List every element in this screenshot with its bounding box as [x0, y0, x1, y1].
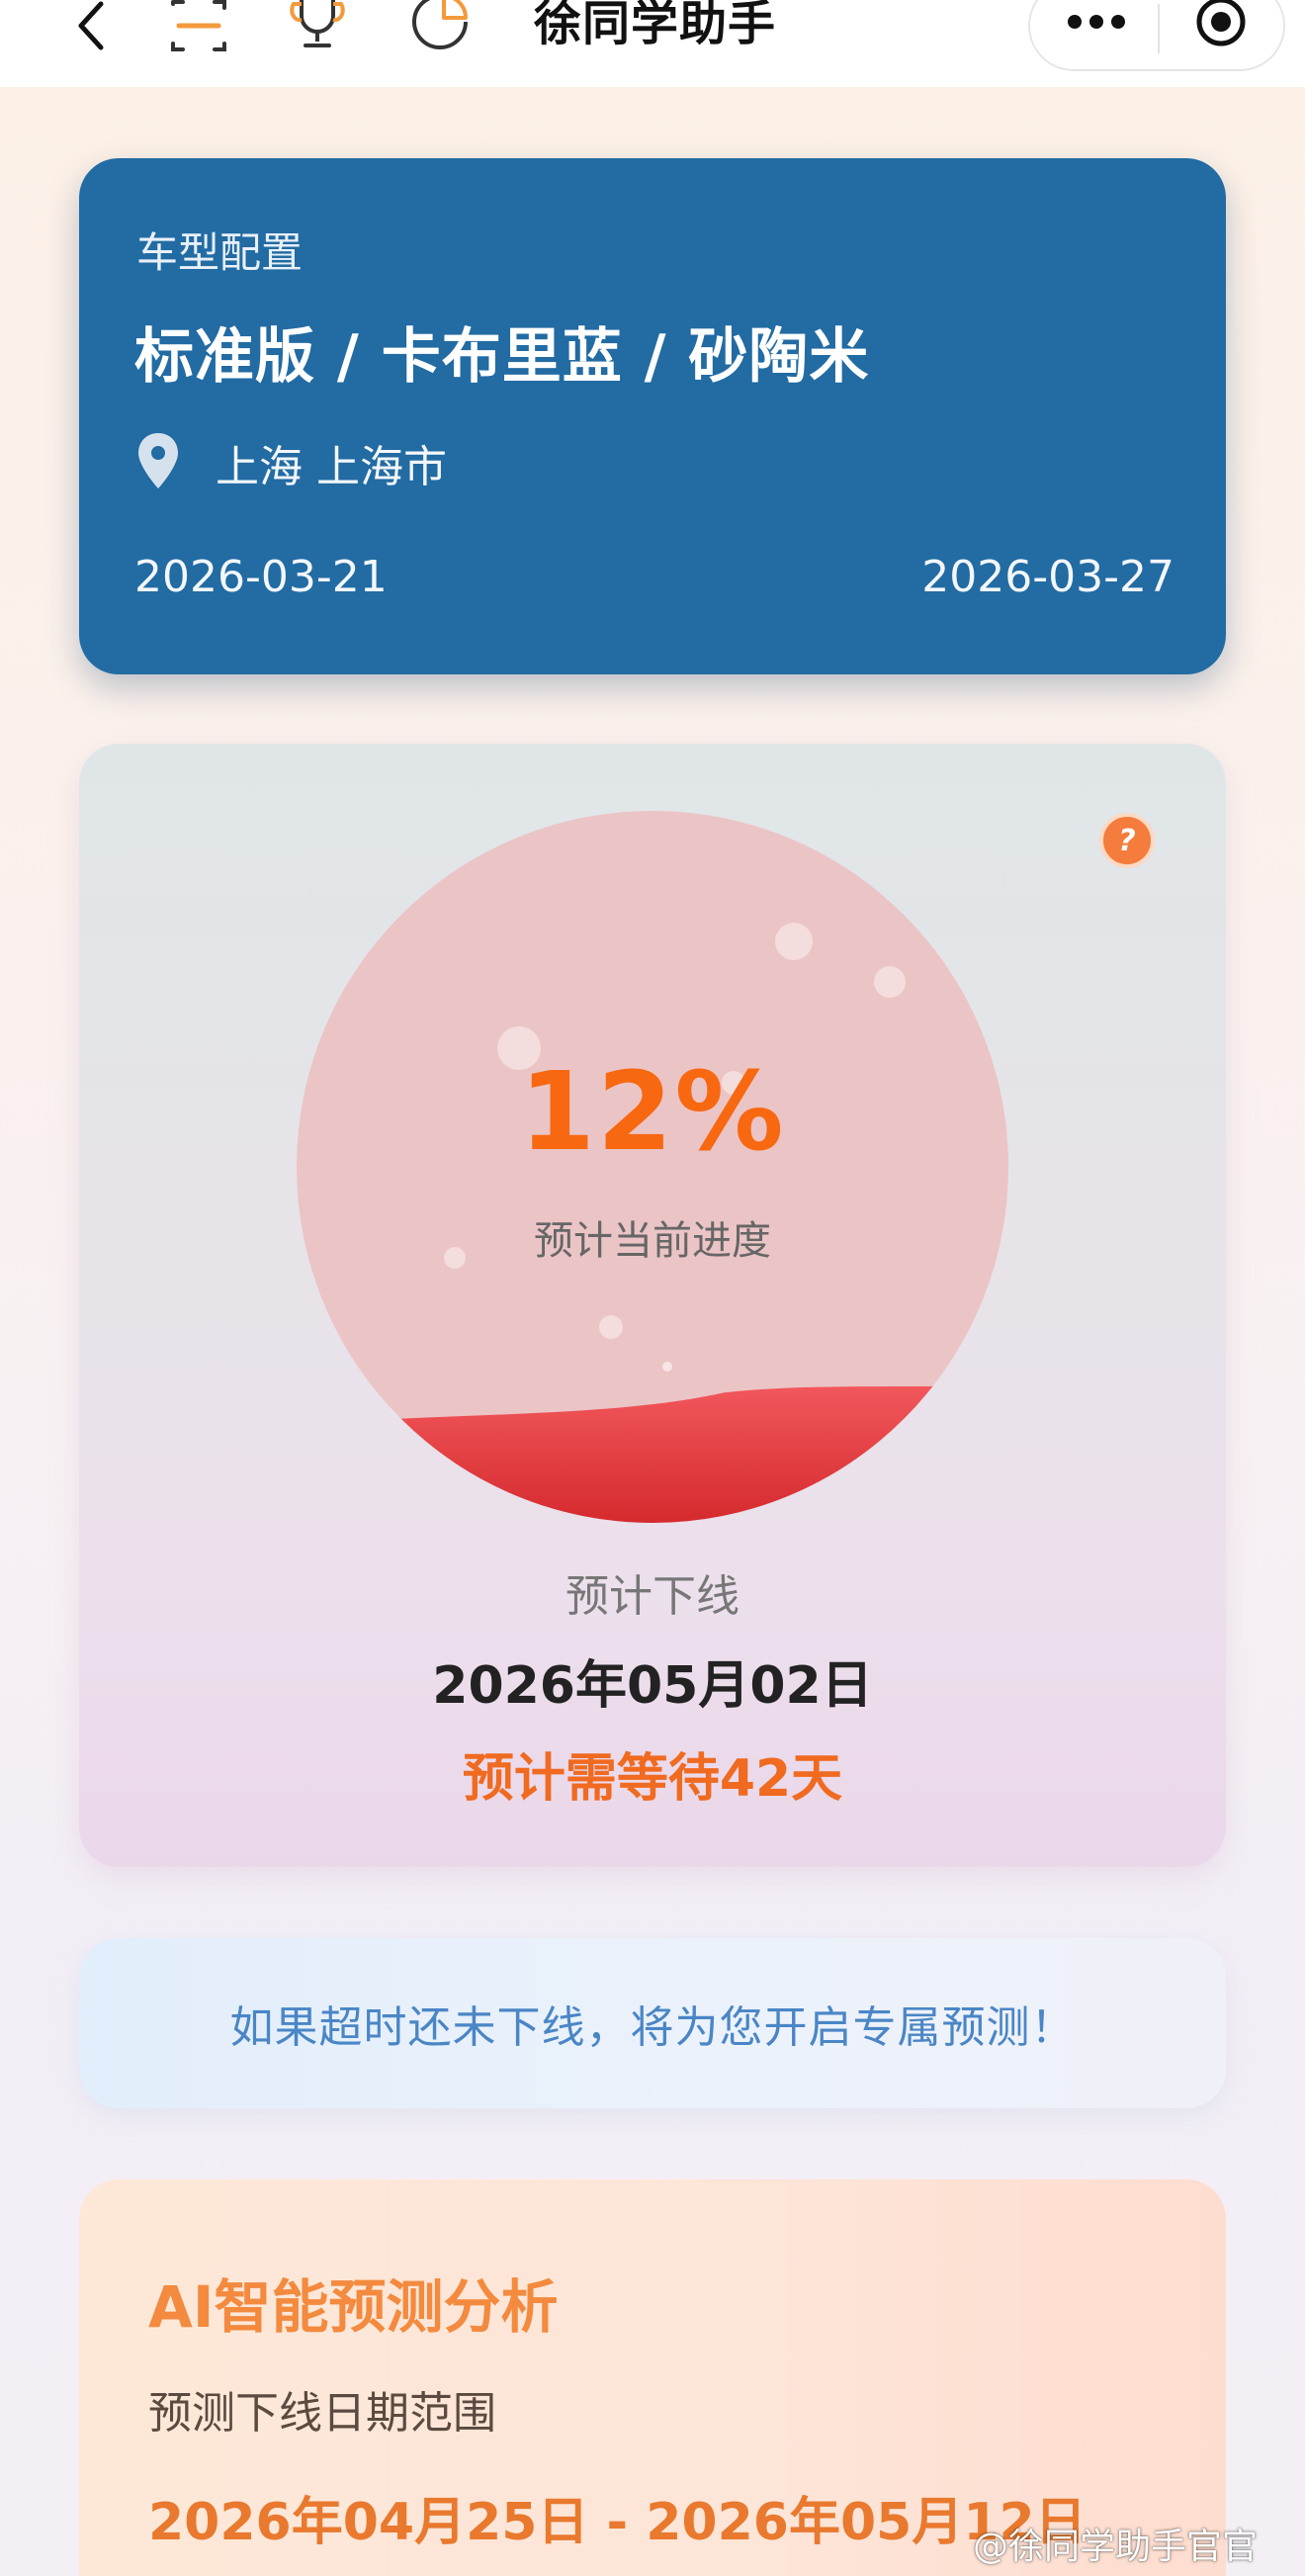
location-text: 上海 上海市: [216, 442, 447, 492]
more-icon[interactable]: [1062, 2, 1131, 42]
location-row: 上海 上海市: [136, 433, 447, 492]
vehicle-config-card[interactable]: 车型配置 标准版 / 卡布里蓝 / 砂陶米 上海 上海市 2026-03-21 …: [79, 158, 1226, 674]
target-icon[interactable]: [1186, 0, 1256, 47]
location-pin-icon: [136, 431, 180, 494]
config-model: 标准版 / 卡布里蓝 / 砂陶米: [134, 322, 870, 392]
timeout-notice[interactable]: 如果超时还未下线，将为您开启专属预测！: [79, 1938, 1226, 2108]
ai-title: AI智能预测分析: [148, 2273, 559, 2341]
wait-days: 预计需等待42天: [462, 1749, 843, 1809]
notice-text: 如果超时还未下线，将为您开启专属预测！: [229, 2002, 1076, 2053]
config-label: 车型配置: [136, 228, 304, 277]
offline-date: 2026年05月02日: [432, 1656, 873, 1716]
progress-percent: 12%: [519, 1048, 786, 1175]
scan-icon[interactable]: [166, 0, 231, 51]
trophy-icon[interactable]: [285, 0, 350, 51]
lock-date: 2026-03-27: [921, 552, 1174, 602]
offline-label: 预计下线: [566, 1571, 740, 1622]
progress-ball: 12% 预计当前进度: [297, 811, 1008, 1523]
pie-chart-icon[interactable]: [407, 0, 473, 51]
page-title: 徐同学助手: [534, 0, 777, 51]
ai-subtitle: 预测下线日期范围: [148, 2388, 496, 2439]
order-date: 2026-03-21: [134, 552, 388, 602]
ai-date-range: 2026年04月25日 - 2026年05月12日: [148, 2493, 1087, 2552]
progress-label: 预计当前进度: [534, 1218, 771, 1264]
help-icon[interactable]: ?: [1099, 813, 1155, 868]
progress-card: ? 12% 预计当前进度 预计下线 2026年05月02日 预计需等待42天: [79, 744, 1226, 1867]
back-icon[interactable]: [61, 0, 121, 51]
ai-prediction-card: AI智能预测分析 预测下线日期范围 2026年04月25日 - 2026年05月…: [79, 2179, 1226, 2576]
mini-program-capsule: [1028, 0, 1285, 71]
nav-bar: 徐同学助手: [0, 0, 1305, 87]
capsule-divider: [1158, 4, 1160, 53]
watermark: @徐同学助手官官: [973, 2527, 1259, 2567]
